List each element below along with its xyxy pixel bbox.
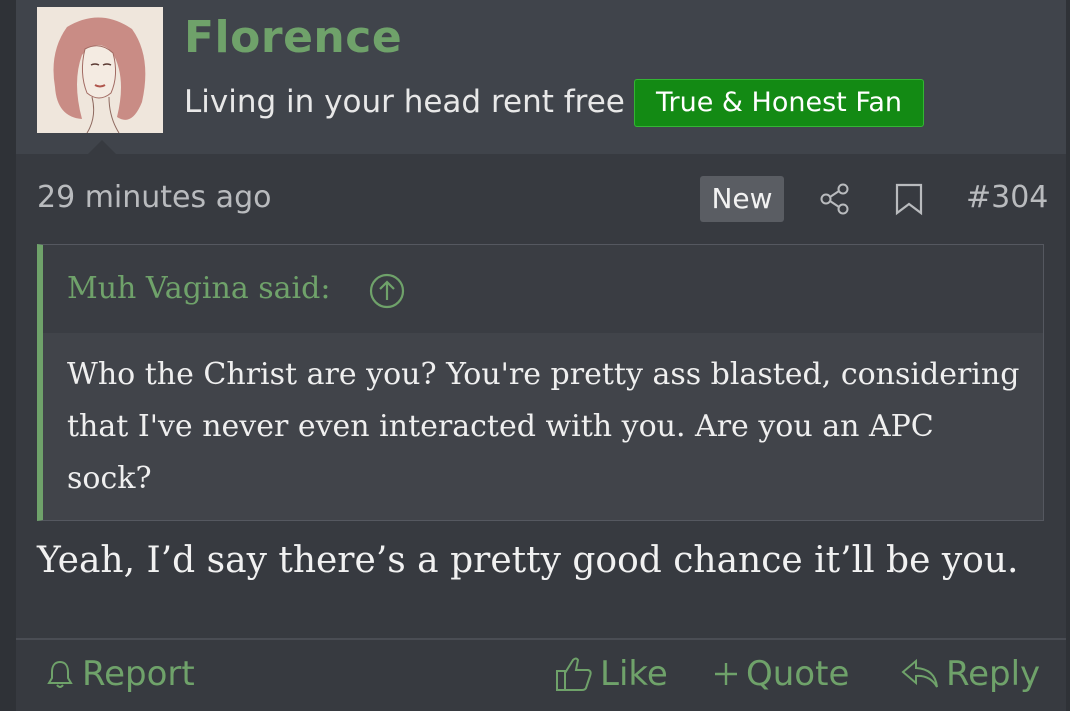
- quote-attribution[interactable]: Muh Vagina said:: [67, 271, 330, 306]
- author-name[interactable]: Florence: [184, 12, 402, 63]
- post-number[interactable]: #304: [966, 180, 1048, 215]
- bell-icon: [47, 660, 73, 688]
- post-message: Yeah, I’d say there’s a pretty good chan…: [37, 540, 1019, 581]
- quote-text: Who the Christ are you? You're pretty as…: [67, 357, 1020, 496]
- post-container: Florence Living in your head rent free T…: [16, 0, 1066, 711]
- like-label: Like: [600, 654, 668, 694]
- like-button[interactable]: Like: [554, 654, 668, 694]
- quote-label: Quote: [746, 654, 850, 694]
- report-button[interactable]: Report: [44, 654, 195, 694]
- user-banner: True & Honest Fan: [634, 79, 924, 127]
- post-timestamp[interactable]: 29 minutes ago: [37, 180, 271, 215]
- reply-arrow-icon: [901, 658, 938, 688]
- reply-label: Reply: [946, 654, 1041, 694]
- share-icon[interactable]: [818, 182, 852, 216]
- header-pointer: [88, 140, 116, 154]
- author-title: Living in your head rent free: [184, 84, 625, 120]
- quote-block: Muh Vagina said: Who the Christ are you?…: [37, 244, 1044, 521]
- report-label: Report: [82, 654, 195, 694]
- new-badge: New: [700, 176, 784, 222]
- footer-divider: [16, 638, 1066, 640]
- quote-button[interactable]: Quote: [712, 654, 849, 694]
- thumbs-up-icon: [556, 657, 592, 691]
- bookmark-icon[interactable]: [892, 182, 926, 216]
- post-header: Florence Living in your head rent free T…: [16, 0, 1066, 154]
- arrow-up-circle-icon[interactable]: [369, 273, 405, 309]
- reply-button[interactable]: Reply: [900, 654, 1040, 694]
- quote-header: Muh Vagina said:: [43, 245, 1043, 333]
- author-avatar[interactable]: [37, 7, 163, 133]
- plus-icon: [715, 663, 737, 685]
